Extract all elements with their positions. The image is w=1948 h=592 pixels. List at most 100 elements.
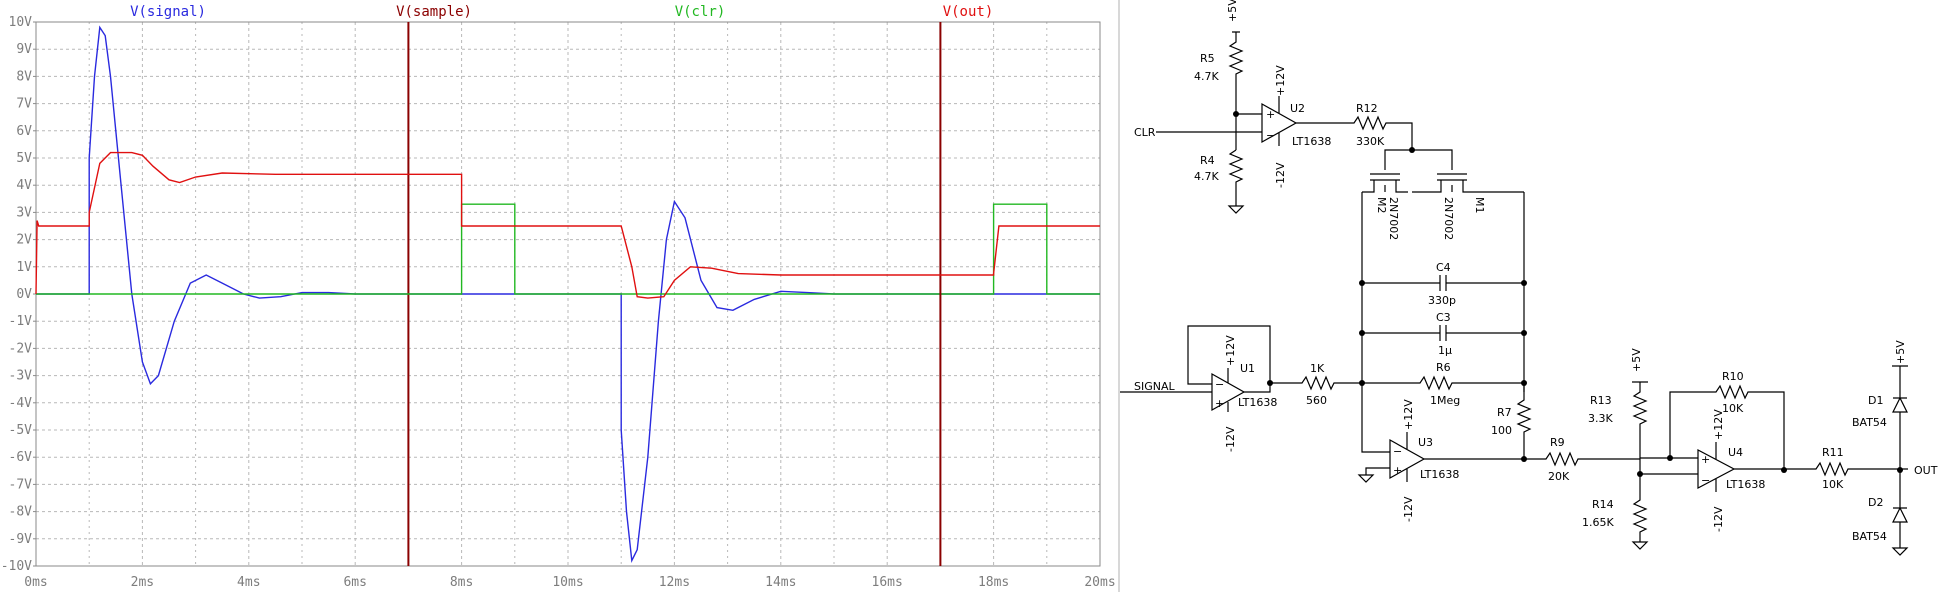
u1-neg-supply: -12V (1224, 426, 1237, 452)
offset-divider[interactable]: +5V R13 3.3K R14 1.65K (1582, 348, 1673, 550)
r-input-value: 560 (1306, 394, 1327, 407)
u2-pos-supply: +12V (1274, 65, 1287, 96)
x-tick-label: 20ms (1084, 575, 1115, 590)
u4-pos-supply: +12V (1712, 409, 1725, 440)
r7-value: 100 (1491, 424, 1512, 437)
c3-label: C3 (1436, 311, 1451, 324)
r4-label: R4 (1200, 154, 1215, 167)
u3-part: LT1638 (1420, 468, 1459, 481)
d1-part: BAT54 (1852, 416, 1887, 429)
d2-diode[interactable] (1892, 470, 1908, 548)
y-tick-label: 10V (9, 15, 33, 30)
m2-part: 2N7002 (1387, 197, 1400, 240)
m1-label: M1 (1473, 197, 1486, 214)
r-input-label: 1K (1310, 362, 1325, 375)
y-tick-label: -5V (9, 423, 33, 438)
r9-resistor[interactable] (1524, 451, 1640, 467)
svg-text:−: − (1701, 474, 1710, 487)
r13-value: 3.3K (1588, 412, 1613, 425)
u2-part: LT1638 (1292, 135, 1331, 148)
svg-text:+: + (1215, 397, 1224, 410)
u2-label: U2 (1290, 102, 1305, 115)
trace-label[interactable]: V(out) (943, 4, 994, 20)
x-tick-label: 18ms (978, 575, 1009, 590)
m2-mosfet[interactable] (1370, 173, 1400, 181)
r13-label: R13 (1590, 394, 1612, 407)
y-tick-label: 2V (16, 233, 32, 248)
trace-label[interactable]: V(sample) (396, 4, 472, 20)
svg-text:−: − (1266, 129, 1275, 142)
r4-value: 4.7K (1194, 170, 1219, 183)
signal-net-label: SIGNAL (1134, 380, 1176, 393)
y-tick-label: -7V (9, 477, 33, 492)
u4-label: U4 (1728, 446, 1743, 459)
r10-value: 10K (1722, 402, 1744, 415)
r-input-resistor[interactable] (1244, 375, 1362, 393)
x-tick-label: 6ms (343, 575, 366, 590)
r12-label: R12 (1356, 102, 1378, 115)
d2-label: D2 (1868, 496, 1883, 509)
r6-label: R6 (1436, 361, 1451, 374)
schematic-canvas[interactable]: +5V R5 4.7K R4 4.7K CLR + − +12V -12V U2… (1120, 0, 1948, 592)
c4-capacitor[interactable] (1362, 275, 1524, 291)
r11-value: 10K (1822, 478, 1844, 491)
ground-symbol (1891, 547, 1909, 556)
d2-part: BAT54 (1852, 530, 1887, 543)
y-tick-label: 4V (16, 178, 32, 193)
x-tick-label: 12ms (659, 575, 690, 590)
c4-label: C4 (1436, 261, 1451, 274)
r14-value: 1.65K (1582, 516, 1614, 529)
input-buffer[interactable]: SIGNAL − + +12V -12V U1 LT1638 1K 560 (1120, 325, 1362, 452)
vcc5-label-c: +5V (1894, 340, 1907, 364)
svg-text:+: + (1266, 108, 1275, 121)
u3-neg-supply: -12V (1402, 496, 1415, 522)
r7-resistor[interactable] (1516, 383, 1532, 460)
r5-resistor[interactable] (1228, 31, 1244, 82)
r9-value: 20K (1548, 470, 1570, 483)
u1-pos-supply: +12V (1224, 335, 1237, 366)
d1-label: D1 (1868, 394, 1883, 407)
r13-r14-divider[interactable] (1632, 381, 1648, 542)
x-tick-label: 8ms (450, 575, 473, 590)
r6-resistor[interactable] (1362, 375, 1524, 391)
x-tick-label: 14ms (765, 575, 796, 590)
r6-value: 1Meg (1430, 394, 1460, 407)
out-net-label: OUT (1914, 464, 1938, 477)
x-tick-label: 4ms (237, 575, 260, 590)
r4-resistor[interactable] (1228, 149, 1244, 198)
u3-label: U3 (1418, 436, 1433, 449)
schematic-pane[interactable]: +5V R5 4.7K R4 4.7K CLR + − +12V -12V U2… (1120, 0, 1948, 592)
clr-net-label: CLR (1134, 126, 1156, 139)
m2-label: M2 (1375, 197, 1388, 214)
clr-section[interactable]: +5V R5 4.7K R4 4.7K CLR + − +12V -12V U2… (1134, 0, 1415, 214)
x-tick-label: 10ms (552, 575, 583, 590)
y-tick-label: -9V (9, 532, 33, 547)
y-tick-label: -4V (9, 396, 33, 411)
trace-label[interactable]: V(signal) (130, 4, 206, 20)
r12-value: 330K (1356, 135, 1385, 148)
u4-part: LT1638 (1726, 478, 1765, 491)
y-tick-label: -6V (9, 450, 33, 465)
waveform-plot[interactable]: 10V 9V 8V 7V 6V 5V 4V 3V 2V 1V 0V -1V -2V -3V -4V -5V -6… (0, 0, 1118, 592)
r14-label: R14 (1592, 498, 1614, 511)
trace-labels[interactable]: V(signal) V(sample) V(clr) V(out) (130, 4, 993, 20)
y-tick-label: 0V (16, 287, 32, 302)
r11-resistor[interactable] (1734, 461, 1908, 477)
m1-mosfet[interactable] (1437, 173, 1467, 181)
mosfet-switches[interactable]: M2 2N7002 2N7002 M1 (1362, 149, 1524, 240)
u1-part: LT1638 (1238, 396, 1277, 409)
y-tick-label: -8V (9, 505, 33, 520)
svg-text:−: − (1215, 378, 1224, 391)
trace-label[interactable]: V(clr) (675, 4, 726, 20)
y-tick-label: -2V (9, 341, 33, 356)
y-tick-label: -1V (9, 314, 33, 329)
vcc5-label-a: +5V (1226, 0, 1239, 22)
y-tick-label: 1V (16, 260, 32, 275)
y-tick-label: 7V (16, 97, 32, 112)
y-tick-label: 3V (16, 205, 32, 220)
c3-capacitor[interactable] (1362, 325, 1524, 341)
clamp-diodes[interactable]: +5V D1 BAT54 D2 BAT54 (1852, 340, 1909, 556)
svg-text:−: − (1393, 445, 1402, 458)
waveform-plot-pane[interactable]: 10V 9V 8V 7V 6V 5V 4V 3V 2V 1V 0V -1V -2V -3V -4V -5V -6… (0, 0, 1118, 592)
d1-diode[interactable] (1892, 365, 1908, 470)
